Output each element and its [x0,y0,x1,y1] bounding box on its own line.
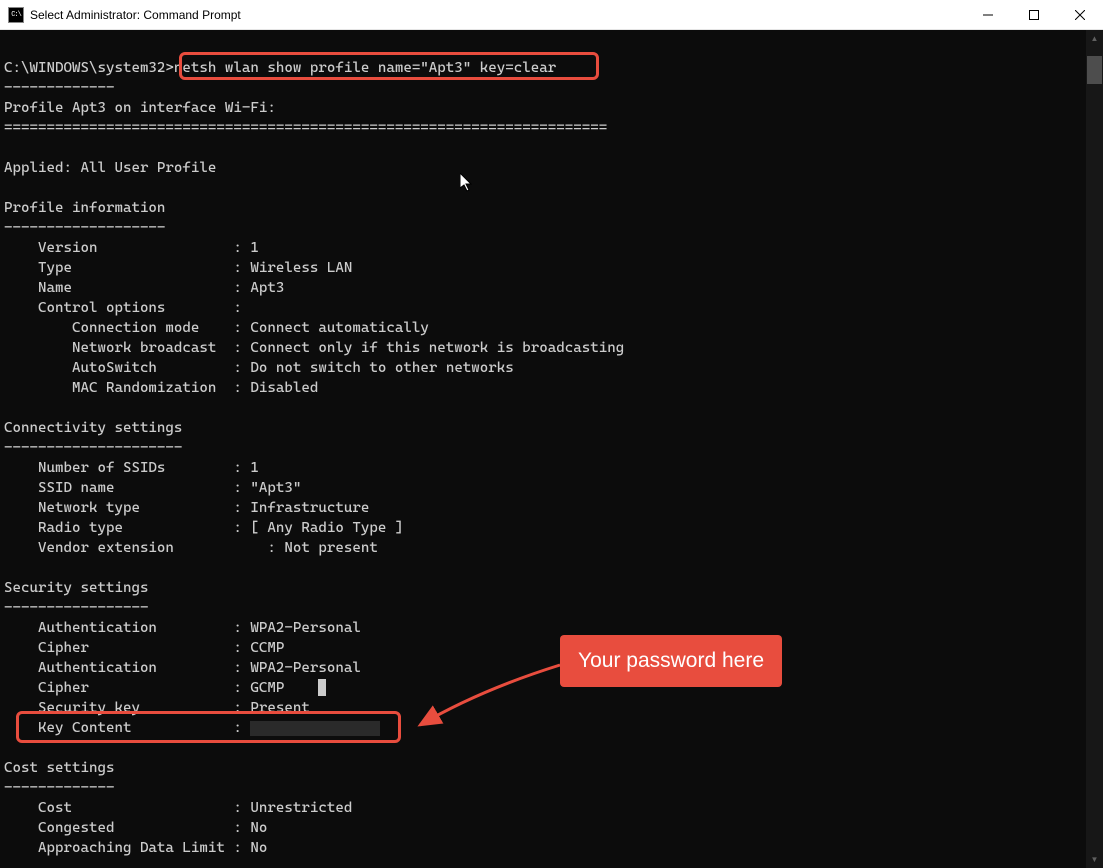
cmd-icon: C:\ [8,7,24,23]
field-label: MAC Randomization [72,380,216,396]
divider: ========================================… [4,120,607,136]
field-value: 1 [250,460,259,476]
field-label: Connection mode [72,320,199,336]
field-label: Network type [38,500,140,516]
field-label: Authentication [38,620,157,636]
empty-line [4,40,13,56]
mouse-cursor-icon [460,173,474,193]
section-connectivity: Connectivity settings [4,420,182,436]
divider: ----------------- [4,600,148,616]
field-label: Type [38,260,72,276]
field-label: Version [38,240,97,256]
field-label: Congested [38,820,114,836]
password-redacted [250,721,380,736]
field-value: Disabled [250,380,318,396]
profile-heading: Profile Apt3 on interface Wi-Fi: [4,100,276,116]
scrollbar-thumb[interactable] [1087,56,1102,84]
field-label: Cipher [38,640,89,656]
section-cost: Cost settings [4,760,114,776]
field-value: No [250,840,267,856]
entered-command: netsh wlan show profile name="Apt3" key=… [174,60,556,76]
field-value: No [250,820,267,836]
scroll-down-icon[interactable]: ▼ [1086,851,1103,868]
field-label: Vendor extension [38,540,174,556]
divider: --------------------- [4,440,182,456]
field-label: Name [38,280,72,296]
minimize-button[interactable] [965,0,1011,30]
window-titlebar: C:\ Select Administrator: Command Prompt [0,0,1103,30]
field-value: Not present [284,540,377,556]
section-profile: Profile information [4,200,165,216]
field-label: Authentication [38,660,157,676]
field-value: Unrestricted [250,800,352,816]
field-value: Infrastructure [250,500,369,516]
field-value: Apt3 [250,280,284,296]
field-value: Wireless LAN [250,260,352,276]
field-value: "Apt3" [250,480,301,496]
scroll-up-icon[interactable]: ▲ [1086,30,1103,47]
divider: ------------------- [4,220,165,236]
field-label: Control options [38,300,165,316]
window-title: Select Administrator: Command Prompt [30,8,965,22]
field-value: Connect only if this network is broadcas… [250,340,624,356]
field-label: Cipher [38,680,89,696]
close-button[interactable] [1057,0,1103,30]
field-label: Approaching Data Limit [38,840,225,856]
field-value: [ Any Radio Type ] [250,520,403,536]
maximize-button[interactable] [1011,0,1057,30]
field-label: Security key [38,700,140,716]
text-cursor [318,679,326,696]
divider: ------------- [4,80,114,96]
field-value: GCMP [250,680,284,696]
applied-line: Applied: All User Profile [4,160,216,176]
vertical-scrollbar[interactable]: ▲ ▼ [1086,30,1103,868]
field-label: AutoSwitch [72,360,157,376]
field-label: Number of SSIDs [38,460,165,476]
field-label: Network broadcast [72,340,216,356]
divider: ------------- [4,780,114,796]
terminal-output[interactable]: C:\WINDOWS\system32>netsh wlan show prof… [0,30,1086,868]
field-value: WPA2-Personal [250,620,360,636]
field-label: SSID name [38,480,114,496]
prompt-prefix: C:\WINDOWS\system32> [4,60,174,76]
field-label: Key Content [38,720,131,736]
field-label: Radio type [38,520,123,536]
field-value: WPA2-Personal [250,660,360,676]
field-label: Cost [38,800,72,816]
field-value: Connect automatically [250,320,428,336]
field-value: Do not switch to other networks [250,360,513,376]
field-value: CCMP [250,640,284,656]
section-security: Security settings [4,580,148,596]
field-value: 1 [250,240,259,256]
field-value: Present [250,700,309,716]
